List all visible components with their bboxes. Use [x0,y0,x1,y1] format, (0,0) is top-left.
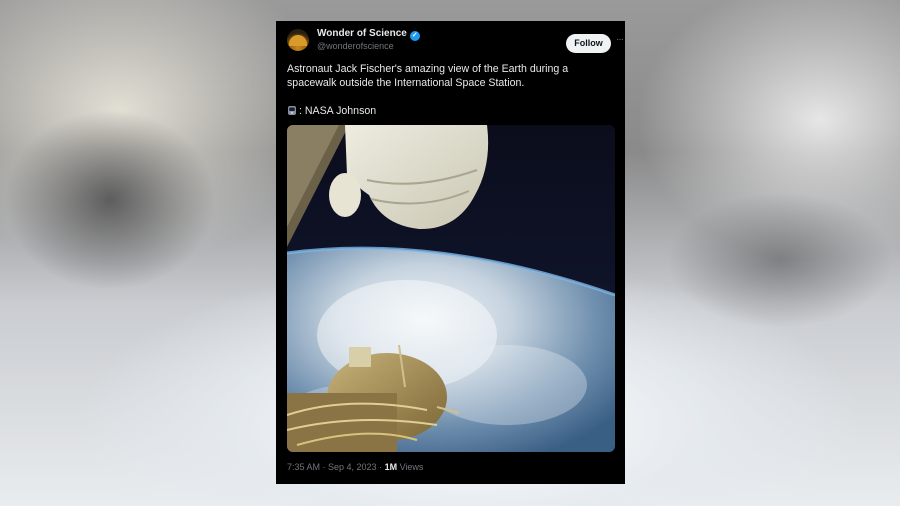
more-options-icon[interactable]: ··· [616,35,628,48]
follow-button[interactable]: Follow [566,34,611,53]
post-card: Wonder of Science ✓ @wonderofscience Foll… [276,21,625,484]
timestamp[interactable]: 7:35 AM · Sep 4, 2023 · [287,462,385,472]
verified-badge-icon: ✓ [409,31,420,41]
background-shadow-right [620,150,900,350]
views-label: Views [397,462,424,472]
author-name-row[interactable]: Wonder of Science ✓ [317,28,420,41]
spacewalk-photo [287,125,615,452]
avatar[interactable] [287,29,309,51]
post-image[interactable] [287,125,615,452]
views-count: 1M [384,462,398,472]
credit-label: : NASA Johnson [299,105,377,117]
author-handle[interactable]: @wonderofscience [317,41,394,51]
camera-emoji-icon [288,106,296,115]
post-meta: 7:35 AM · Sep 4, 2023 · 1M Views [287,462,423,472]
photo-credit: : NASA Johnson [287,104,376,118]
post-header: Wonder of Science ✓ @wonderofscience Foll… [287,27,624,53]
author-name[interactable]: Wonder of Science [317,28,407,39]
background-shadow-left [0,60,270,320]
post-text: Astronaut Jack Fischer's amazing view of… [287,63,569,89]
